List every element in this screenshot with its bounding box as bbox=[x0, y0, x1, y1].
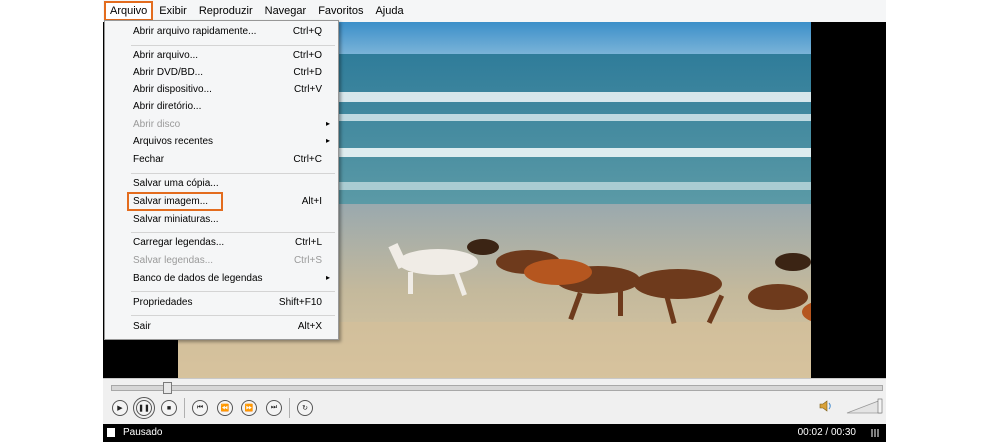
menu-item-open-device[interactable]: Abrir dispositivo... Ctrl+V bbox=[105, 82, 338, 99]
menu-item-recent-files[interactable]: Arquivos recentes ▸ bbox=[105, 134, 338, 151]
menu-item-open-file-quick[interactable]: Abrir arquivo rapidamente... Ctrl+Q bbox=[105, 24, 338, 41]
seek-thumb[interactable] bbox=[163, 382, 173, 394]
menu-separator bbox=[131, 315, 335, 316]
submenu-arrow-icon: ▸ bbox=[325, 136, 330, 145]
menu-reproduzir[interactable]: Reproduzir bbox=[193, 1, 259, 21]
menu-item-load-subtitles[interactable]: Carregar legendas... Ctrl+L bbox=[105, 235, 338, 252]
resize-grip-icon[interactable] bbox=[870, 428, 880, 438]
menu-item-close[interactable]: Fechar Ctrl+C bbox=[105, 152, 338, 169]
menu-item-exit[interactable]: Sair Alt+X bbox=[105, 319, 338, 336]
letterbox-right bbox=[811, 22, 886, 378]
menu-item-properties[interactable]: Propriedades Shift+F10 bbox=[105, 295, 338, 312]
menu-arquivo[interactable]: Arquivo bbox=[104, 1, 154, 21]
menu-separator bbox=[131, 45, 335, 46]
menu-separator bbox=[131, 291, 335, 292]
menu-item-open-disc: Abrir disco ▸ bbox=[133, 119, 330, 130]
playback-time: 00:02 / 00:30 bbox=[797, 427, 856, 438]
playback-controls: ▶ ❚❚ ■ ⏮ ⏪ ⏩ ⏭ ↻ bbox=[103, 378, 886, 425]
play-icon[interactable]: ▶ bbox=[112, 400, 128, 416]
stop-icon[interactable]: ■ bbox=[161, 400, 177, 416]
menu-item-open-file[interactable]: Abrir arquivo... Ctrl+O bbox=[105, 48, 338, 65]
menu-item-open-dvd[interactable]: Abrir DVD/BD... Ctrl+D bbox=[105, 65, 338, 82]
menu-separator bbox=[131, 232, 335, 233]
controls-divider bbox=[184, 398, 185, 418]
menu-navegar[interactable]: Navegar bbox=[259, 1, 313, 21]
volume-icon[interactable] bbox=[819, 399, 833, 413]
status-bar: Pausado 00:02 / 00:30 bbox=[103, 424, 886, 442]
menu-separator bbox=[131, 173, 335, 174]
volume-slider[interactable] bbox=[845, 397, 883, 415]
rewind-icon[interactable]: ⏪ bbox=[217, 400, 233, 416]
menu-item-subtitle-database[interactable]: Banco de dados de legendas ▸ bbox=[105, 271, 338, 288]
pause-icon[interactable]: ❚❚ bbox=[133, 397, 155, 419]
file-icon bbox=[107, 428, 115, 437]
fast-forward-icon[interactable]: ⏩ bbox=[241, 400, 257, 416]
menu-exibir[interactable]: Exibir bbox=[153, 1, 193, 21]
submenu-arrow-icon: ▸ bbox=[325, 119, 330, 128]
menu-item-save-copy[interactable]: Salvar uma cópia... bbox=[105, 176, 338, 193]
menu-item-save-thumbnails[interactable]: Salvar miniaturas... bbox=[105, 212, 338, 229]
save-image-highlight bbox=[127, 192, 223, 211]
controls-divider bbox=[289, 398, 290, 418]
menu-favoritos[interactable]: Favoritos bbox=[312, 1, 369, 21]
frame-step-icon[interactable]: ↻ bbox=[297, 400, 313, 416]
skip-forward-icon[interactable]: ⏭ bbox=[266, 400, 282, 416]
seek-bar[interactable] bbox=[111, 382, 883, 394]
file-menu-dropdown: Abrir arquivo rapidamente... Ctrl+Q Abri… bbox=[104, 20, 339, 340]
playback-status: Pausado bbox=[123, 427, 163, 438]
menu-item-open-directory[interactable]: Abrir diretório... bbox=[105, 99, 338, 116]
skip-back-icon[interactable]: ⏮ bbox=[192, 400, 208, 416]
menu-item-save-subtitles: Salvar legendas... Ctrl+S bbox=[133, 255, 322, 266]
menu-ajuda[interactable]: Ajuda bbox=[369, 1, 409, 21]
submenu-arrow-icon: ▸ bbox=[325, 273, 330, 282]
